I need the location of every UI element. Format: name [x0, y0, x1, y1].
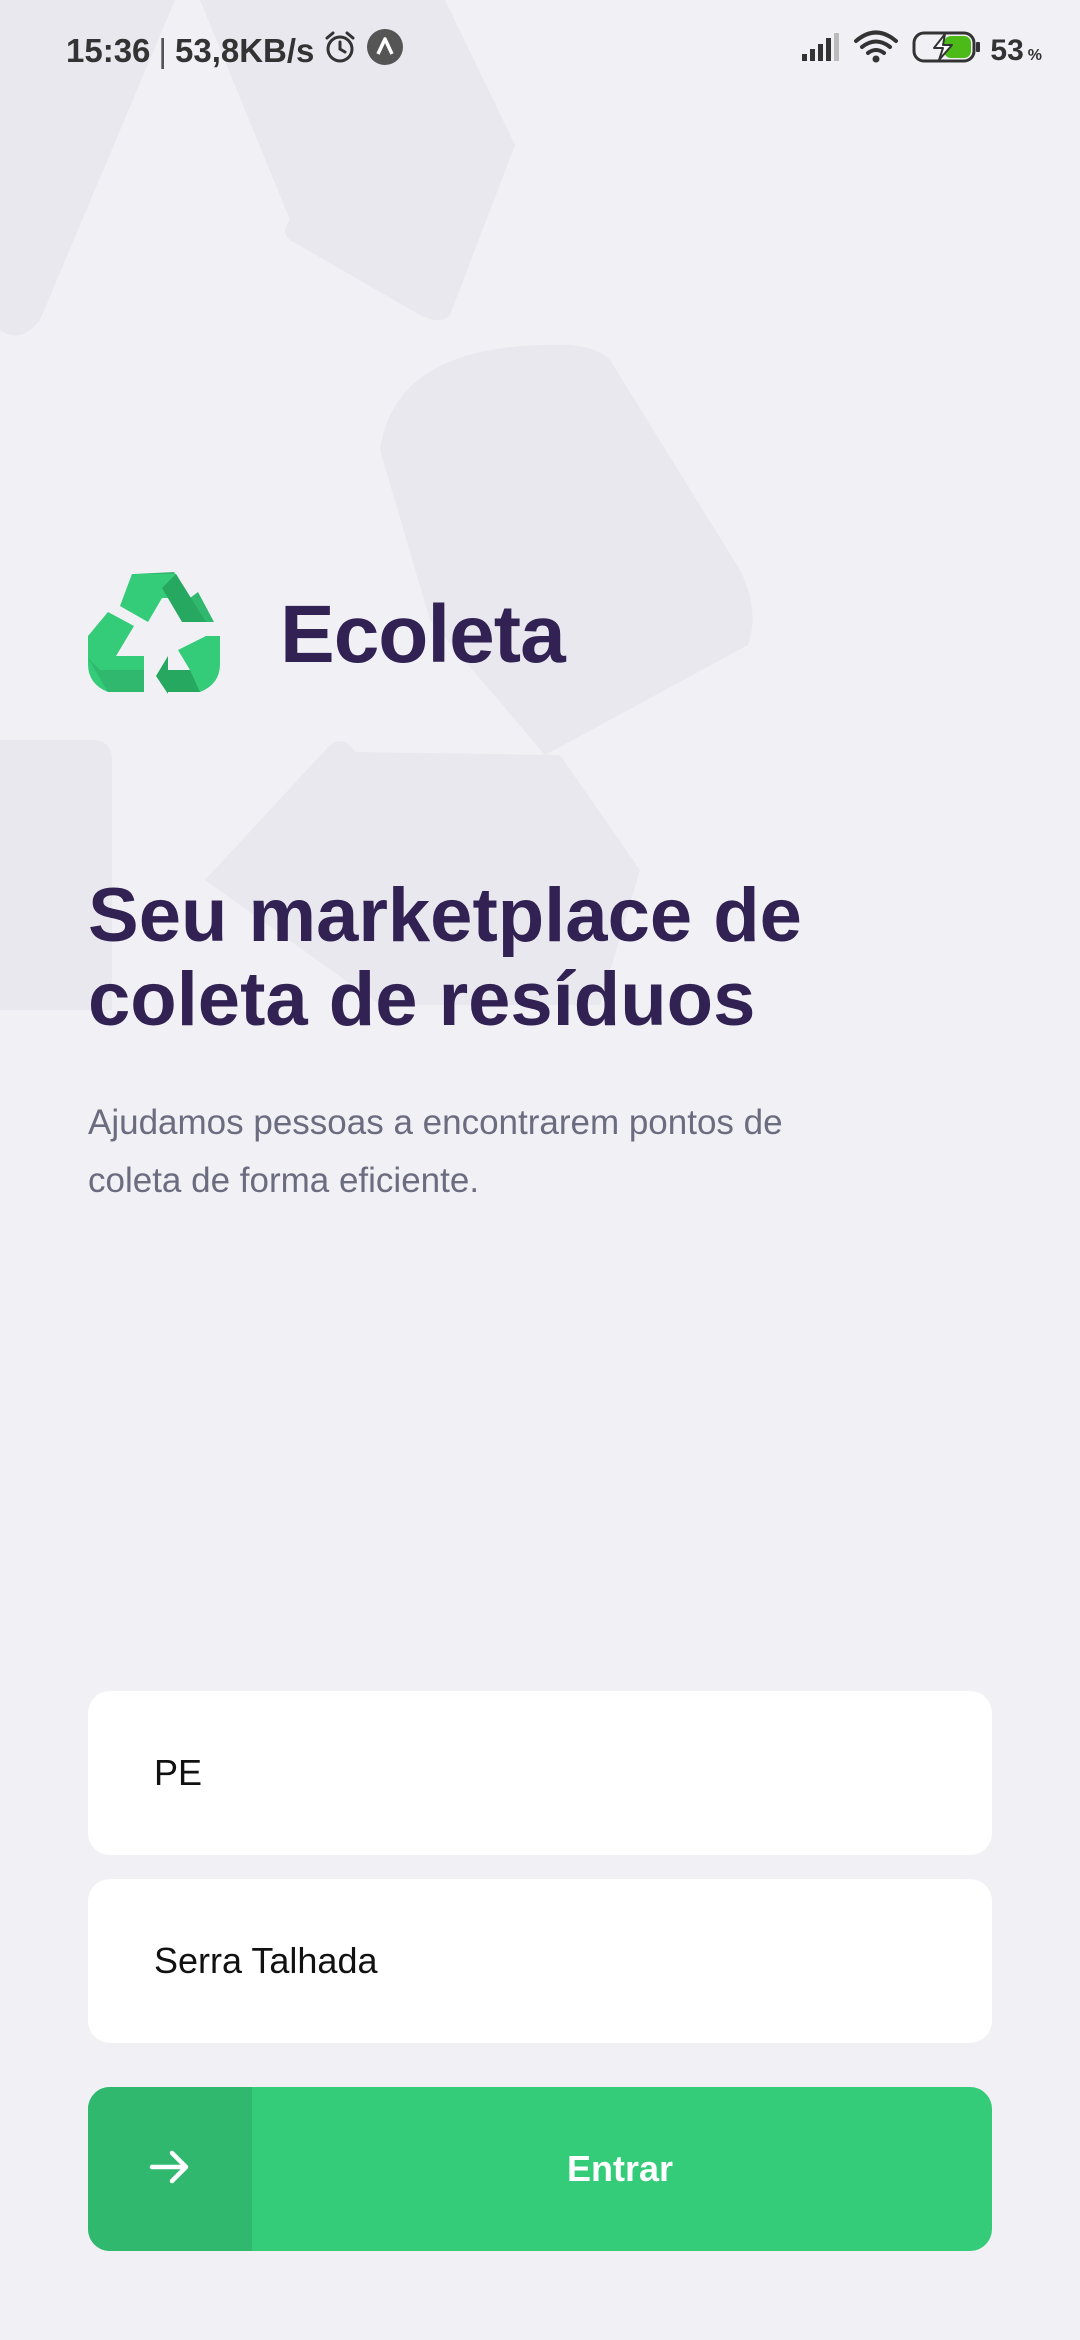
enter-button-label: Entrar [566, 2148, 674, 2189]
city-field[interactable] [88, 1879, 992, 2043]
uf-field[interactable] [88, 1691, 992, 1855]
enter-button[interactable]: Entrar [88, 2087, 992, 2251]
status-separator: | [158, 32, 167, 69]
battery-percent-unit: % [1027, 47, 1042, 64]
signal-icon [800, 32, 840, 70]
status-time: 15:36 [66, 32, 151, 69]
battery-percent: 53 [990, 34, 1024, 67]
status-right: 53 % [792, 28, 1042, 74]
brand-name: Ecoleta [280, 589, 566, 680]
status-bar: 15:36 | 53,8KB/s 53 % [0, 0, 1080, 100]
status-left: 15:36 | 53,8KB/s [66, 28, 404, 74]
recycle-icon [86, 572, 222, 694]
arrow-right-icon [148, 2147, 192, 2192]
nav-app-icon [366, 28, 404, 74]
page-title: Seu marketplace de coleta de resíduos [88, 873, 802, 1042]
uf-input[interactable] [88, 1691, 992, 1855]
battery-charging-icon [912, 30, 982, 72]
network-speed: 53,8KB/s [174, 32, 315, 69]
wifi-icon [854, 30, 899, 72]
city-input[interactable] [88, 1879, 992, 2043]
enter-icon-box [88, 2087, 252, 2251]
alarm-clock-icon [322, 29, 358, 73]
page-description: Ajudamos pessoas a encontrarem pontos de… [88, 1103, 783, 1200]
